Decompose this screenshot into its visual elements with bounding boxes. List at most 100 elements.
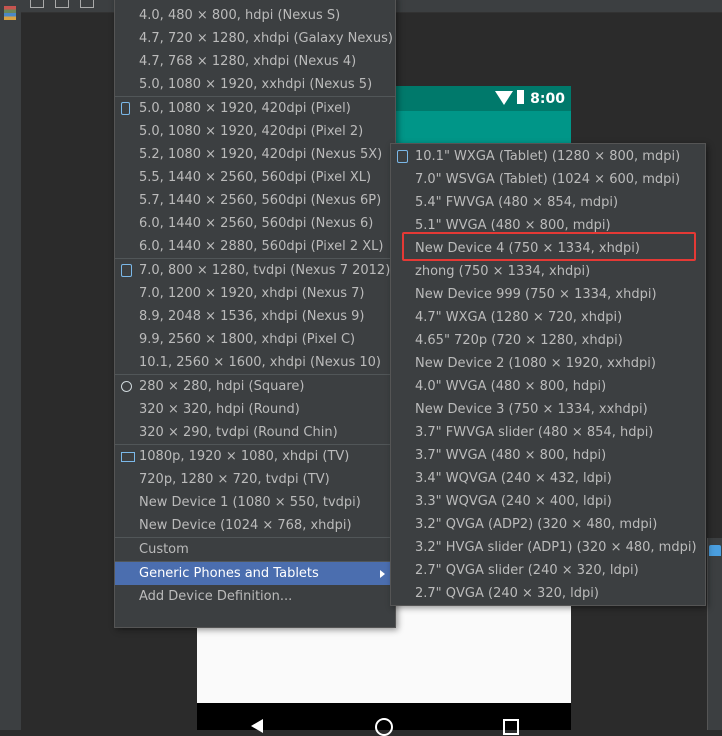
generic-device-menu-item[interactable]: New Device 999 (750 × 1334, xhdpi) <box>391 283 705 306</box>
generic-device-label: 2.7" QVGA (240 × 320, ldpi) <box>415 586 599 601</box>
generic-device-menu-item[interactable]: 4.0" WVGA (480 × 800, hdpi) <box>391 375 705 398</box>
device-menu-item[interactable]: 9.9, 2560 × 1800, xhdpi (Pixel C) <box>115 328 395 351</box>
blueprint-icon[interactable] <box>80 0 94 8</box>
device-menu-item[interactable]: 7.0, 1200 × 1920, xhdpi (Nexus 7) <box>115 282 395 305</box>
device-menu-item[interactable]: New Device 1 (1080 × 550, tvdpi) <box>115 491 395 514</box>
generic-device-label: 5.1" WVGA (480 × 800, mdpi) <box>415 218 611 233</box>
device-menu-item[interactable]: 5.5, 1440 × 2560, 560dpi (Pixel XL) <box>115 166 395 189</box>
generic-device-label: 3.7" WVGA (480 × 800, hdpi) <box>415 448 607 463</box>
design-icon[interactable] <box>55 0 69 8</box>
generic-phones-menu-item[interactable]: Generic Phones and Tablets <box>115 562 395 585</box>
device-menu-item-label: 5.7, 1440 × 2560, 560dpi (Nexus 6P) <box>139 193 382 208</box>
watch-icon <box>121 381 132 392</box>
battery-icon <box>517 90 524 104</box>
theme-icon[interactable] <box>709 545 721 556</box>
generic-phones-submenu: 10.1" WXGA (Tablet) (1280 × 800, mdpi) 7.… <box>390 143 706 606</box>
left-tool-strip <box>0 0 22 730</box>
generic-device-menu-item[interactable]: zhong (750 × 1334, xhdpi) <box>391 260 705 283</box>
device-menu-item-label: 4.7, 768 × 1280, xhdpi (Nexus 4) <box>139 54 357 69</box>
device-menu-item[interactable]: 6.0, 1440 × 2880, 560dpi (Pixel 2 XL) <box>115 235 395 258</box>
tablet-icon <box>397 150 408 163</box>
device-menu-item-label: 9.9, 2560 × 1800, xhdpi (Pixel C) <box>139 332 356 347</box>
generic-device-menu-item[interactable]: New Device 2 (1080 × 1920, xxhdpi) <box>391 352 705 375</box>
generic-device-label: 3.2" QVGA (ADP2) (320 × 480, mdpi) <box>415 517 658 532</box>
generic-device-label: New Device 999 (750 × 1334, xhdpi) <box>415 287 657 302</box>
generic-device-menu-item[interactable]: 4.7" WXGA (1280 × 720, xhdpi) <box>391 306 705 329</box>
custom-menu-item[interactable]: Custom <box>115 538 395 561</box>
device-menu-item-label: 320 × 290, tvdpi (Round Chin) <box>139 425 338 440</box>
right-side-panel <box>707 538 722 730</box>
status-time: 8:00 <box>530 91 565 107</box>
back-icon <box>251 719 263 733</box>
generic-device-menu-item[interactable]: 4.65" 720p (720 × 1280, xhdpi) <box>391 329 705 352</box>
generic-device-menu-item[interactable]: 2.7" QVGA (240 × 320, ldpi) <box>391 582 705 605</box>
device-menu-item[interactable]: 4.7, 720 × 1280, xhdpi (Galaxy Nexus) <box>115 27 395 50</box>
device-menu-item-label: 5.5, 1440 × 2560, 560dpi (Pixel XL) <box>139 170 372 185</box>
generic-device-menu-item[interactable]: 10.1" WXGA (Tablet) (1280 × 800, mdpi) <box>391 145 705 168</box>
phone-icon <box>121 102 130 115</box>
device-menu-item-label: 6.0, 1440 × 2880, 560dpi (Pixel 2 XL) <box>139 239 384 254</box>
device-menu-item-label: 8.9, 2048 × 1536, xhdpi (Nexus 9) <box>139 309 365 324</box>
generic-device-menu-item[interactable]: 3.4" WQVGA (240 × 432, ldpi) <box>391 467 705 490</box>
device-menu-item[interactable]: 320 × 320, hdpi (Round) <box>115 398 395 421</box>
device-menu-item-label: 5.2, 1080 × 1920, 420dpi (Nexus 5X) <box>139 147 383 162</box>
layout-icon[interactable] <box>30 0 44 8</box>
device-menu-item[interactable]: 5.7, 1440 × 2560, 560dpi (Nexus 6P) <box>115 189 395 212</box>
generic-device-menu-item[interactable]: 3.7" WVGA (480 × 800, hdpi) <box>391 444 705 467</box>
highlight-annotation <box>402 232 696 261</box>
device-menu-item[interactable]: 4.7, 768 × 1280, xhdpi (Nexus 4) <box>115 50 395 73</box>
device-menu-item-label: 5.0, 1080 × 1920, 420dpi (Pixel) <box>139 101 351 116</box>
add-device-definition-menu-item[interactable]: Add Device Definition... <box>115 585 395 608</box>
device-menu-item-label: 7.0, 800 × 1280, tvdpi (Nexus 7 2012) <box>139 263 391 278</box>
generic-device-menu-item[interactable]: 2.7" QVGA slider (240 × 320, ldpi) <box>391 559 705 582</box>
generic-device-menu-item[interactable]: 3.2" QVGA (ADP2) (320 × 480, mdpi) <box>391 513 705 536</box>
recents-icon <box>503 719 519 735</box>
device-menu-item[interactable]: 1080p, 1920 × 1080, xhdpi (TV) <box>115 445 395 468</box>
device-menu-item-label: 4.7, 720 × 1280, xhdpi (Galaxy Nexus) <box>139 31 393 46</box>
device-menu-item-label: 6.0, 1440 × 2560, 560dpi (Nexus 6) <box>139 216 374 231</box>
generic-device-menu-item[interactable]: 3.2" HVGA slider (ADP1) (320 × 480, mdpi… <box>391 536 705 559</box>
device-menu-item[interactable]: 6.0, 1440 × 2560, 560dpi (Nexus 6) <box>115 212 395 235</box>
generic-device-label: 4.0" WVGA (480 × 800, hdpi) <box>415 379 607 394</box>
generic-device-menu-item[interactable]: 7.0" WSVGA (Tablet) (1024 × 600, mdpi) <box>391 168 705 191</box>
navigation-bar <box>197 703 571 736</box>
device-menu-item-label: 5.0, 1080 × 1920, 420dpi (Pixel 2) <box>139 124 364 139</box>
generic-device-label: 7.0" WSVGA (Tablet) (1024 × 600, mdpi) <box>415 172 681 187</box>
generic-device-label: 5.4" FWVGA (480 × 854, mdpi) <box>415 195 619 210</box>
submenu-arrow-icon <box>380 570 385 578</box>
wifi-icon <box>495 91 513 105</box>
generic-device-label: New Device 3 (750 × 1334, xxhdpi) <box>415 402 648 417</box>
device-menu-item-label: New Device 1 (1080 × 550, tvdpi) <box>139 495 361 510</box>
device-menu-item[interactable]: 8.9, 2048 × 1536, xhdpi (Nexus 9) <box>115 305 395 328</box>
device-menu-item[interactable]: 320 × 290, tvdpi (Round Chin) <box>115 421 395 444</box>
generic-device-menu-item[interactable]: New Device 3 (750 × 1334, xxhdpi) <box>391 398 705 421</box>
device-menu-item-label: 1080p, 1920 × 1080, xhdpi (TV) <box>139 449 350 464</box>
generic-device-menu-item[interactable]: 3.3" WQVGA (240 × 400, ldpi) <box>391 490 705 513</box>
device-menu-item[interactable]: 5.2, 1080 × 1920, 420dpi (Nexus 5X) <box>115 143 395 166</box>
device-menu-item[interactable]: 280 × 280, hdpi (Square) <box>115 375 395 398</box>
device-menu-item-label: 720p, 1280 × 720, tvdpi (TV) <box>139 472 330 487</box>
palette-icon[interactable] <box>4 6 16 20</box>
generic-device-menu-item[interactable]: 3.7" FWVGA slider (480 × 854, hdpi) <box>391 421 705 444</box>
device-menu: 4.0, 480 × 800, hdpi (Nexus S) 4.7, 720 ×… <box>114 0 396 628</box>
generic-device-label: 3.4" WQVGA (240 × 432, ldpi) <box>415 471 612 486</box>
device-menu-item[interactable]: 7.0, 800 × 1280, tvdpi (Nexus 7 2012) <box>115 259 395 282</box>
generic-device-label: 10.1" WXGA (Tablet) (1280 × 800, mdpi) <box>415 149 681 164</box>
generic-device-label: zhong (750 × 1334, xhdpi) <box>415 264 591 279</box>
device-menu-item-label: 4.0, 480 × 800, hdpi (Nexus S) <box>139 8 341 23</box>
generic-device-menu-item[interactable]: 5.4" FWVGA (480 × 854, mdpi) <box>391 191 705 214</box>
generic-device-label: 4.7" WXGA (1280 × 720, xhdpi) <box>415 310 623 325</box>
device-menu-item[interactable]: 10.1, 2560 × 1600, xhdpi (Nexus 10) <box>115 351 395 374</box>
device-menu-item-label: 5.0, 1080 × 1920, xxhdpi (Nexus 5) <box>139 77 373 92</box>
device-menu-item[interactable]: 720p, 1280 × 720, tvdpi (TV) <box>115 468 395 491</box>
generic-phones-label: Generic Phones and Tablets <box>139 566 319 581</box>
home-icon <box>375 718 393 736</box>
device-menu-item[interactable]: 5.0, 1080 × 1920, 420dpi (Pixel) <box>115 97 395 120</box>
device-menu-item[interactable]: New Device (1024 × 768, xhdpi) <box>115 514 395 537</box>
device-menu-item[interactable]: 5.0, 1080 × 1920, 420dpi (Pixel 2) <box>115 120 395 143</box>
tablet-icon <box>121 264 132 277</box>
device-menu-item[interactable]: 5.0, 1080 × 1920, xxhdpi (Nexus 5) <box>115 73 395 96</box>
device-menu-item[interactable]: 4.0, 480 × 800, hdpi (Nexus S) <box>115 4 395 27</box>
generic-device-label: 2.7" QVGA slider (240 × 320, ldpi) <box>415 563 639 578</box>
device-menu-item-label: New Device (1024 × 768, xhdpi) <box>139 518 352 533</box>
